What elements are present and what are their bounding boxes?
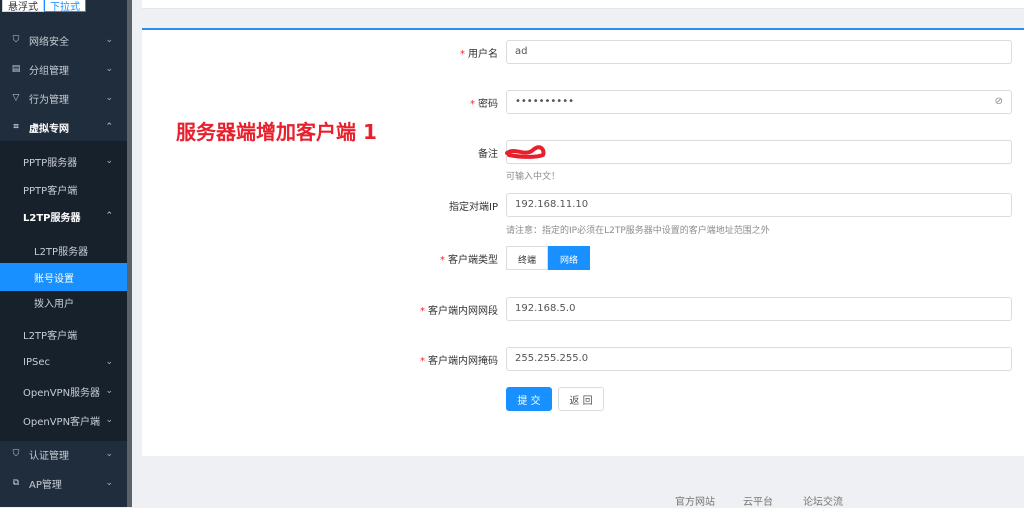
sidebar-item-auth-management[interactable]: ⛉ 认证管理 ⌄ (0, 440, 127, 468)
chevron-down-icon: ⌄ (105, 93, 113, 103)
sidebar-item-ipsec[interactable]: IPSec ⌄ (0, 348, 127, 376)
sidebar-item-label: OpenVPN服务器 (23, 387, 101, 399)
sidebar-item-label: OpenVPN客户端 (23, 416, 101, 428)
vpn-icon: ⌗ (13, 122, 19, 132)
sidebar-item-vpn[interactable]: ⌗ 虚拟专网 ⌃ (0, 113, 127, 141)
lan-mask-row: * 客户端内网掩码 255.255.255.0 (142, 347, 1024, 371)
sidebar-item-label: L2TP服务器 (34, 246, 89, 258)
lan-mask-input[interactable]: 255.255.255.0 (506, 347, 1012, 371)
sidebar-item-label: 分组管理 (29, 65, 69, 77)
client-type-row: * 客户端类型 终端 网络 (142, 246, 1024, 270)
sidebar-item-label: 账号设置 (34, 273, 74, 285)
chevron-down-icon: ⌄ (105, 35, 113, 45)
chevron-up-icon: ⌃ (105, 122, 113, 132)
sidebar-item-label: 认证管理 (29, 450, 69, 462)
chevron-down-icon: ⌄ (105, 478, 113, 488)
chevron-up-icon: ⌃ (105, 211, 113, 221)
peer-ip-label: 指定对端IP (449, 202, 498, 213)
sidebar-item-label: PPTP服务器 (23, 157, 78, 169)
sidebar-scrollbar[interactable] (127, 0, 132, 507)
sidebar-item-network-security[interactable]: ⛉ 网络安全 ⌄ (0, 26, 127, 54)
sidebar-item-l2tp-server[interactable]: L2TP服务器 ⌃ (0, 202, 127, 230)
password-value: •••••••••• (515, 96, 574, 107)
sidebar-item-label: 拨入用户 (34, 298, 74, 310)
sidebar-item-label: L2TP客户端 (23, 330, 78, 342)
sidebar-item-behavior-management[interactable]: ▽ 行为管理 ⌄ (0, 84, 127, 112)
sidebar-item-label: L2TP服务器 (23, 212, 81, 224)
lan-segment-label: * 客户端内网网段 (420, 306, 498, 317)
lan-segment-row: * 客户端内网网段 192.168.5.0 (142, 297, 1024, 321)
top-bar (142, 0, 1024, 9)
lan-mask-label: * 客户端内网掩码 (420, 356, 498, 367)
footer-link-forum[interactable]: 论坛交流 (803, 493, 843, 508)
sidebar-item-l2tp-client[interactable]: L2TP客户端 (0, 320, 127, 348)
sidebar-item-ap-management[interactable]: ⧉ AP管理 ⌄ (0, 469, 127, 497)
sidebar-item-label: 行为管理 (29, 94, 69, 106)
chevron-down-icon: ⌄ (105, 386, 113, 396)
toggle-floating[interactable]: 悬浮式 (2, 0, 44, 13)
annotation-text: 服务器端增加客户端 1 (176, 120, 377, 144)
shield-icon: ⛉ (12, 35, 20, 45)
client-type-label: * 客户端类型 (440, 255, 498, 266)
remark-input[interactable] (506, 140, 1012, 164)
eye-off-icon[interactable]: ⊘ (995, 96, 1003, 107)
chevron-down-icon: ⌄ (105, 449, 113, 459)
sidebar-item-openvpn-client[interactable]: OpenVPN客户端 ⌄ (0, 406, 127, 434)
sidebar-item-account-settings[interactable]: 账号设置 (0, 263, 127, 291)
remark-hint: 可输入中文！ (506, 172, 561, 182)
sidebar-item-pptp-server[interactable]: PPTP服务器 ⌄ (0, 147, 127, 175)
list-icon: ▤ (11, 64, 21, 74)
client-type-network[interactable]: 网络 (548, 246, 591, 270)
sidebar-item-label: PPTP客户端 (23, 185, 78, 197)
lan-segment-input[interactable]: 192.168.5.0 (506, 297, 1012, 321)
redaction-scribble (505, 145, 546, 159)
back-button[interactable]: 返 回 (558, 387, 604, 411)
username-label: * 用户名 (460, 49, 498, 60)
sidebar-item-pptp-client[interactable]: PPTP客户端 (0, 175, 127, 203)
password-row: * 密码 •••••••••• ⊘ (142, 90, 1024, 114)
username-row: * 用户名 ad (142, 40, 1024, 64)
peer-ip-input[interactable]: 192.168.11.10 (506, 193, 1012, 217)
client-type-selector: 终端 网络 (506, 246, 591, 270)
menu-mode-toggle: 悬浮式 下拉式 (2, 0, 86, 13)
sidebar-item-label: IPSec (23, 356, 50, 368)
chevron-down-icon: ⌄ (105, 357, 113, 367)
footer-link-official-site[interactable]: 官方网站 (675, 493, 715, 508)
toggle-dropdown[interactable]: 下拉式 (44, 0, 86, 13)
client-type-terminal[interactable]: 终端 (506, 246, 549, 270)
sidebar-item-dial-in-users[interactable]: 拨入用户 (0, 288, 127, 316)
password-label: * 密码 (470, 99, 498, 110)
chevron-down-icon: ⌄ (105, 415, 113, 425)
shield-check-icon: ⛉ (12, 449, 20, 459)
username-input[interactable]: ad (506, 40, 1012, 64)
submit-button[interactable]: 提 交 (506, 387, 552, 411)
sidebar-item-label: 网络安全 (29, 36, 69, 48)
chevron-down-icon: ⌄ (105, 64, 113, 74)
password-input[interactable]: •••••••••• ⊘ (506, 90, 1012, 114)
peer-ip-hint: 请注意：指定的IP必须在L2TP服务器中设置的客户端地址范围之外 (506, 226, 770, 236)
sidebar-item-label: AP管理 (29, 479, 62, 491)
network-icon: ⧉ (12, 478, 20, 488)
sidebar-item-openvpn-server[interactable]: OpenVPN服务器 ⌄ (0, 377, 127, 405)
sidebar: 悬浮式 下拉式 ⛉ 网络安全 ⌄ ▤ 分组管理 ⌄ ▽ 行为管理 ⌄ ⌗ 虚拟专… (0, 0, 127, 507)
sidebar-item-l2tp-server-sub[interactable]: L2TP服务器 (0, 236, 127, 264)
peer-ip-row: 指定对端IP 192.168.11.10 请注意：指定的IP必须在L2TP服务器… (142, 193, 1024, 236)
sidebar-item-label: 虚拟专网 (29, 123, 69, 135)
chevron-down-icon: ⌄ (105, 156, 113, 166)
remark-label: 备注 (478, 149, 498, 160)
filter-icon: ▽ (12, 93, 20, 103)
footer-link-cloud-platform[interactable]: 云平台 (743, 493, 773, 508)
sidebar-item-group-management[interactable]: ▤ 分组管理 ⌄ (0, 55, 127, 83)
